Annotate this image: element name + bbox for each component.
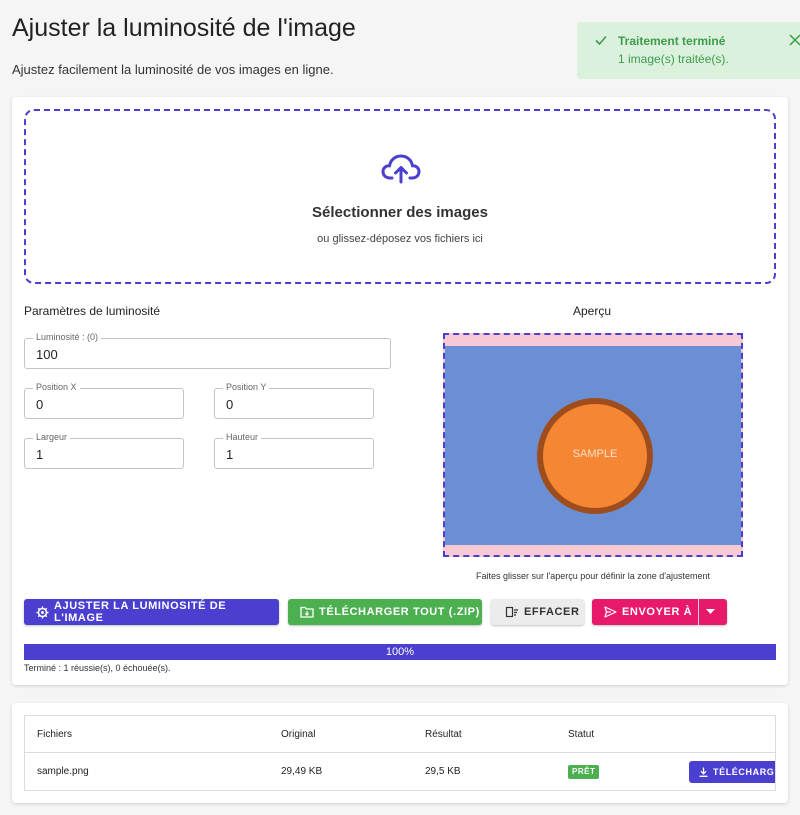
header-original: Original bbox=[281, 729, 316, 740]
params-title: Paramètres de luminosité bbox=[24, 304, 161, 318]
header-files: Fichiers bbox=[37, 729, 73, 740]
width-label: Largeur bbox=[33, 432, 71, 442]
position-y-value: 0 bbox=[226, 397, 234, 412]
progress-bar: 100% bbox=[24, 644, 776, 660]
folder-download-icon bbox=[300, 606, 314, 618]
clear-list-icon bbox=[505, 606, 518, 618]
preview-canvas[interactable]: SAMPLE bbox=[443, 333, 743, 557]
preview-title: Aperçu bbox=[573, 304, 612, 318]
page-subtitle: Ajustez facilement la luminosité de vos … bbox=[12, 62, 334, 77]
preview-hint: Faites glisser sur l'aperçu pour définir… bbox=[475, 571, 711, 581]
progress-label: 100% bbox=[385, 646, 415, 658]
adjust-brightness-button[interactable]: AJUSTER LA LUMINOSITÉ DE L'IMAGE bbox=[24, 599, 279, 625]
row-filename: sample.png bbox=[37, 766, 89, 777]
row-original-size: 29,49 KB bbox=[281, 766, 323, 777]
caret-down-icon bbox=[706, 609, 715, 614]
gear-icon bbox=[36, 605, 49, 619]
download-icon bbox=[699, 767, 708, 777]
results-card: Fichiers Original Résultat Statut sample… bbox=[12, 703, 788, 803]
dropzone-title: Sélectionner des images bbox=[312, 204, 488, 221]
clear-button[interactable]: EFFACER bbox=[491, 599, 584, 625]
height-value: 1 bbox=[226, 447, 234, 462]
download-all-zip-button[interactable]: TÉLÉCHARGER TOUT (.ZIP) bbox=[288, 599, 482, 625]
send-to-button[interactable]: ENVOYER À bbox=[592, 599, 698, 625]
header-result: Résultat bbox=[425, 729, 462, 740]
row-result-size: 29,5 KB bbox=[425, 766, 461, 777]
position-x-value: 0 bbox=[36, 397, 44, 412]
results-table: Fichiers Original Résultat Statut sample… bbox=[24, 715, 776, 791]
brightness-input[interactable]: Luminosité : (0) 100 bbox=[24, 332, 391, 369]
check-icon bbox=[595, 35, 607, 46]
clear-button-label: EFFACER bbox=[524, 606, 580, 618]
table-header: Fichiers Original Résultat Statut bbox=[25, 716, 775, 753]
width-value: 1 bbox=[36, 447, 44, 462]
dropzone-subtitle: ou glissez-déposez vos fichiers ici bbox=[317, 233, 483, 245]
header-status: Statut bbox=[568, 729, 595, 740]
send-icon bbox=[604, 606, 617, 618]
position-x-label: Position X bbox=[33, 382, 80, 392]
brightness-label: Luminosité : (0) bbox=[33, 332, 102, 342]
brightness-value: 100 bbox=[36, 347, 58, 362]
progress-status: Terminé : 1 réussie(s), 0 échouée(s). bbox=[24, 663, 171, 673]
position-y-input[interactable]: Position Y 0 bbox=[214, 382, 374, 419]
download-file-button[interactable]: TÉLÉCHARGER bbox=[689, 761, 775, 783]
file-dropzone[interactable]: Sélectionner des images ou glissez-dépos… bbox=[24, 109, 776, 284]
status-badge: PRÊT bbox=[568, 765, 600, 779]
main-card: Sélectionner des images ou glissez-dépos… bbox=[12, 97, 788, 685]
sample-circle: SAMPLE bbox=[537, 398, 653, 514]
height-input[interactable]: Hauteur 1 bbox=[214, 432, 374, 469]
send-to-label: ENVOYER À bbox=[622, 606, 693, 618]
download-file-label: TÉLÉCHARGER bbox=[713, 767, 775, 777]
toast-title: Traitement terminé bbox=[618, 34, 726, 48]
send-to-dropdown-button[interactable] bbox=[699, 599, 727, 625]
position-x-input[interactable]: Position X 0 bbox=[24, 382, 184, 419]
cloud-upload-icon bbox=[381, 154, 421, 184]
page-title: Ajuster la luminosité de l'image bbox=[12, 14, 356, 42]
success-toast: Traitement terminé 1 image(s) traitée(s)… bbox=[577, 22, 800, 79]
position-y-label: Position Y bbox=[223, 382, 270, 392]
width-input[interactable]: Largeur 1 bbox=[24, 432, 184, 469]
adjust-button-label: AJUSTER LA LUMINOSITÉ DE L'IMAGE bbox=[53, 600, 227, 624]
download-all-label: TÉLÉCHARGER TOUT (.ZIP) bbox=[319, 606, 480, 618]
close-icon[interactable] bbox=[788, 33, 800, 47]
preview-image: SAMPLE bbox=[445, 346, 741, 545]
sample-label: SAMPLE bbox=[572, 448, 618, 460]
height-label: Hauteur bbox=[223, 432, 262, 442]
toast-message: 1 image(s) traitée(s). bbox=[618, 52, 729, 66]
table-row: sample.png 29,49 KB 29,5 KB PRÊT TÉLÉCHA… bbox=[25, 753, 775, 790]
